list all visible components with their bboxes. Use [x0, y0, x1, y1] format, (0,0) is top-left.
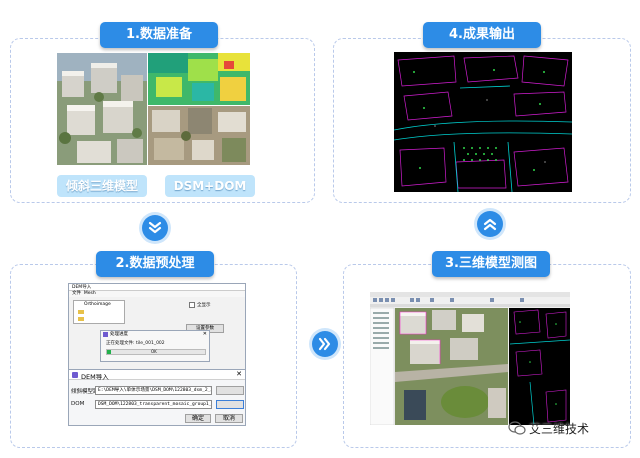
step2-title: 2.数据预处理	[96, 251, 214, 277]
folder-icon	[78, 310, 84, 314]
dem-dialog-title: DEM导入	[81, 373, 109, 381]
dem-dialog-titlebar: DEM导入 ✕	[69, 370, 245, 381]
label-dsm-dom: DSM+DOM	[165, 175, 255, 197]
oblique-model-image	[57, 53, 147, 165]
app-icon	[103, 332, 108, 337]
show-all-label: 全显示	[197, 303, 211, 308]
step4-title: 4.成果输出	[423, 22, 541, 48]
dem-import-dialog: DEM导入 ✕ 倾斜模型路径 E:\DEM导入\单体示场景\DSM_DOM\12…	[68, 369, 246, 426]
watermark: 艾三维技术	[508, 419, 589, 437]
dsm-path-input[interactable]: E:\DEM导入\单体示场景\DSM_DOM\122803_dsm_2_2.ti…	[95, 386, 212, 395]
browse-dsm-button[interactable]	[216, 386, 244, 395]
wechat-icon	[508, 421, 526, 435]
confirm-button[interactable]: 确定	[185, 414, 211, 423]
chevron-down-icon	[142, 215, 168, 241]
progress-title: 处理进度	[110, 332, 128, 337]
bg-tree-item[interactable]: Orthoimage	[74, 301, 124, 308]
close-icon[interactable]: ✕	[203, 331, 207, 337]
chevron-up-icon	[477, 211, 503, 237]
progress-ok: OK	[151, 349, 157, 354]
browse-dom-button[interactable]	[216, 400, 244, 409]
workflow-infographic: 1.数据准备 倾斜三维模型 DSM+DOM 4.成果输出 2.数据预处理 DEM…	[0, 0, 640, 458]
dom-image	[148, 106, 250, 165]
chevron-right-icon	[312, 331, 338, 357]
bg-window-menu: 文件 Mesh	[69, 291, 245, 297]
show-all-checkbox[interactable]	[189, 302, 195, 308]
dom-path-input[interactable]: DSM_DOM\122803_transparent_mosaic_group1…	[95, 400, 212, 409]
progress-dialog: 处理进度 ✕ 正在处理文件: tile_001_002 OK	[100, 330, 210, 362]
app-icon	[72, 372, 78, 378]
close-icon[interactable]: ✕	[236, 370, 242, 378]
folder-icon	[78, 317, 84, 321]
cad-output-image	[394, 52, 572, 192]
bg-tree-panel: Orthoimage	[73, 300, 125, 324]
step3-title: 3.三维模型测图	[432, 251, 550, 277]
menu-file[interactable]: 文件	[72, 291, 81, 296]
mapping-software-screenshot	[370, 292, 570, 425]
bg-window-title: DEM导入	[69, 284, 245, 291]
watermark-text: 艾三维技术	[529, 421, 590, 436]
dsm-image	[148, 53, 250, 105]
row2-label: DOM	[71, 401, 85, 407]
label-oblique-model: 倾斜三维模型	[57, 175, 147, 197]
menu-mesh[interactable]: Mesh	[84, 291, 96, 296]
step1-title: 1.数据准备	[100, 22, 218, 48]
cancel-button[interactable]: 取消	[215, 414, 243, 423]
progress-text: 正在处理文件: tile_001_002	[106, 341, 165, 346]
